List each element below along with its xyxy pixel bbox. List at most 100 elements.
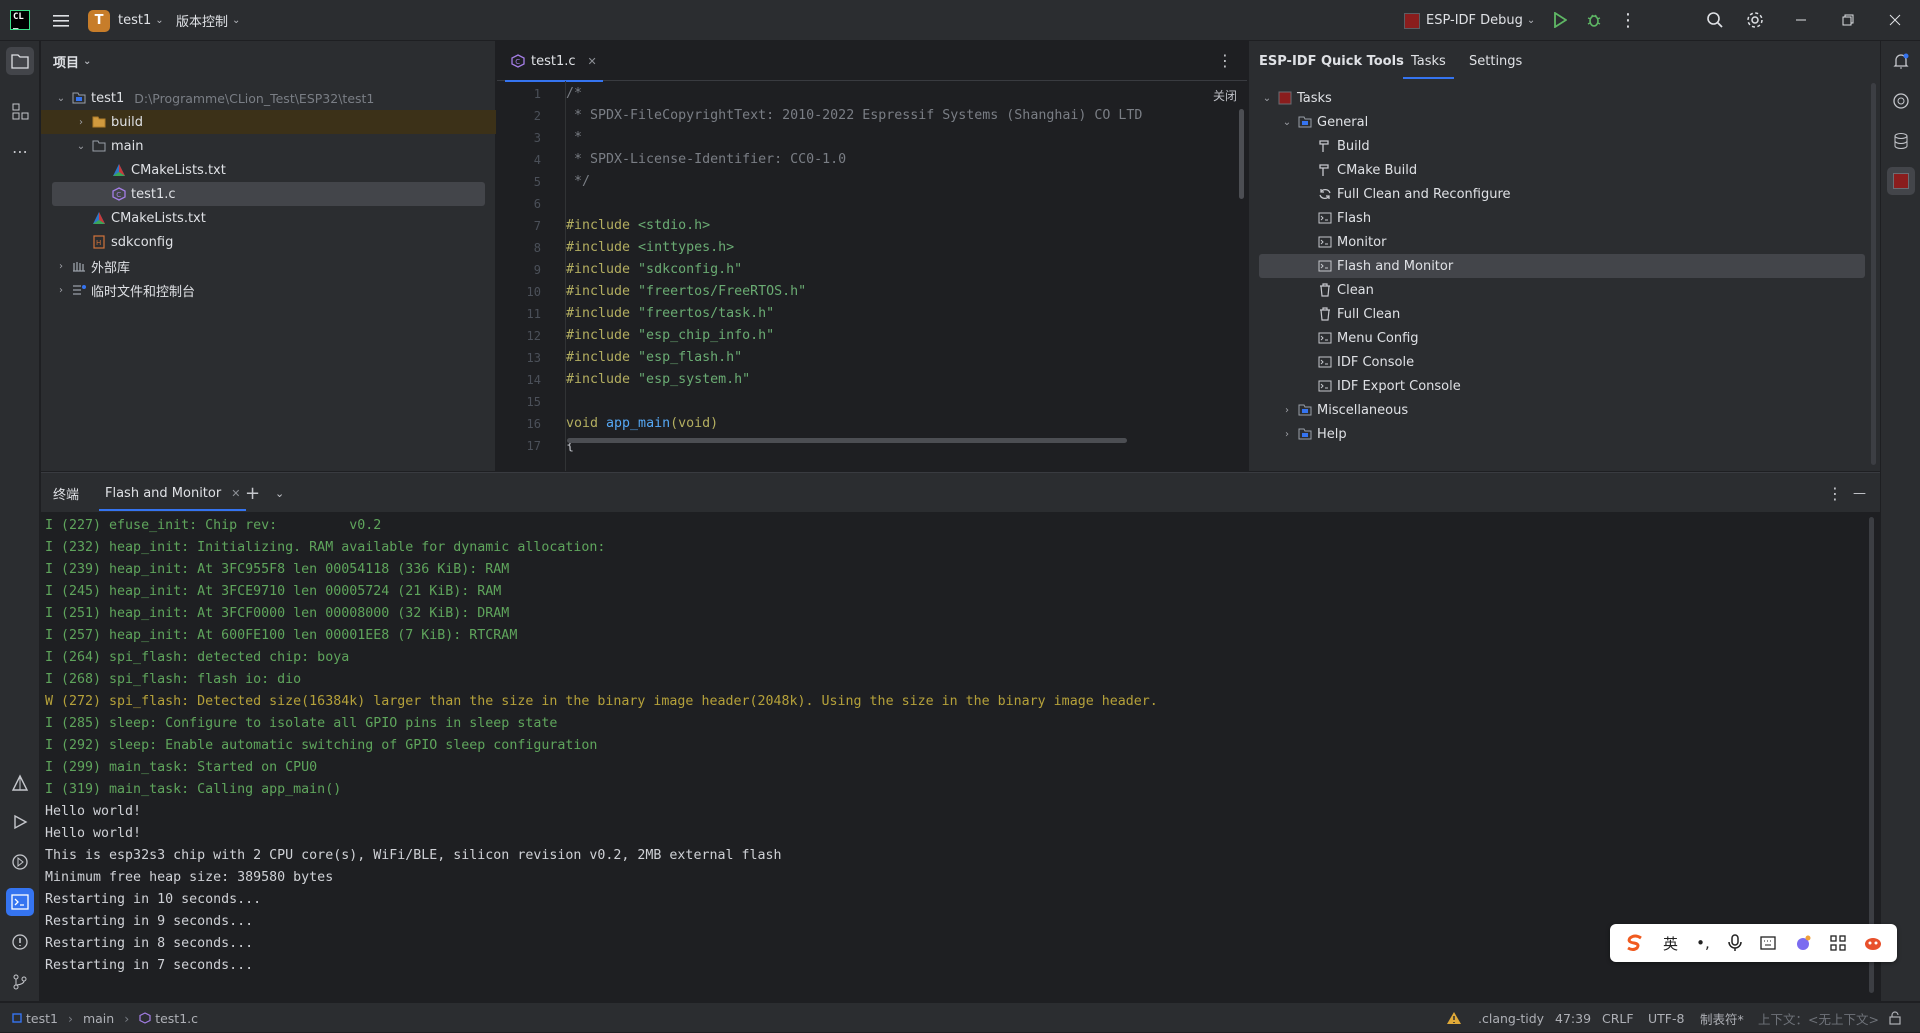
terminal-line: I (319) main_task: Calling app_main() [45,782,342,797]
task-clean[interactable]: Clean [1315,278,1374,302]
settings-button[interactable] [1740,5,1770,35]
warning-icon[interactable] [1446,1003,1462,1033]
esp-idf-tool-button[interactable] [1887,167,1915,195]
tree-item-main-cmakelists[interactable]: CMakeLists.txt [41,158,496,182]
line-separator[interactable]: CRLF [1602,1003,1634,1033]
expand-arrow-icon[interactable]: ⌄ [1279,117,1295,128]
more-actions-icon[interactable]: ⋮ [1613,5,1643,35]
terminal-tool-button[interactable] [6,888,34,916]
debug-button[interactable] [1579,5,1609,35]
editor-vertical-scrollbar[interactable] [1239,109,1244,199]
search-button[interactable] [1700,5,1730,35]
notifications-tool-button[interactable] [1887,47,1915,75]
punctuation-icon[interactable]: •, [1696,934,1710,952]
services-icon [12,854,28,870]
line-number: 12 [526,329,541,343]
expand-arrow-icon[interactable]: ⌄ [1259,93,1275,104]
terminal-title[interactable]: 终端 [53,473,79,513]
minimize-button[interactable] [1786,5,1816,35]
terminal-scrollbar[interactable] [1869,517,1874,993]
terminal-output[interactable]: I (227) efuse_init: Chip rev: v0.2 I (232… [41,513,1880,1002]
collapsed-arrow-icon[interactable]: › [1279,429,1295,440]
main-menu-button[interactable] [46,0,76,41]
terminal-more-icon[interactable]: ⋮ [1827,473,1843,513]
tab-settings[interactable]: Settings [1469,41,1522,81]
tree-item-build[interactable]: › build [41,110,496,134]
task-build[interactable]: Build [1315,134,1370,158]
tab-tasks[interactable]: Tasks [1403,41,1454,81]
tree-item-help[interactable]: › Help [1279,422,1347,446]
task-full-clean-reconfigure[interactable]: Full Clean and Reconfigure [1315,182,1511,206]
task-full-clean[interactable]: Full Clean [1315,302,1400,326]
clion-logo-icon[interactable]: CL _ [10,10,30,30]
breadcrumb-folder[interactable]: main [83,1011,114,1026]
tree-item-external-libs[interactable]: › 外部库 [41,254,496,278]
quick-tools-scrollbar[interactable] [1871,83,1876,465]
task-monitor[interactable]: Monitor [1315,230,1386,254]
tree-item-tasks[interactable]: ⌄ Tasks [1259,86,1332,110]
tab-flash-and-monitor[interactable]: Flash and Monitor ✕ [98,473,247,513]
task-cmake-build[interactable]: CMake Build [1315,158,1417,182]
close-window-button[interactable] [1880,5,1910,35]
run-tool-button[interactable] [6,808,34,836]
collapsed-arrow-icon[interactable]: › [53,261,69,272]
line-number: 1 [533,87,541,101]
restore-button[interactable] [1833,5,1863,35]
breadcrumb-file[interactable]: test1.c [155,1011,198,1026]
structure-tool-button[interactable] [6,97,34,125]
ime-language[interactable]: 英 [1663,933,1678,954]
editor-more-icon[interactable]: ⋮ [1217,51,1233,70]
more-tools-icon[interactable]: ⋯ [6,137,34,165]
tree-item-root-cmakelists[interactable]: CMakeLists.txt [41,206,496,230]
task-idf-console[interactable]: IDF Console [1315,350,1414,374]
run-button[interactable] [1545,5,1575,35]
line-number: 4 [533,153,541,167]
file-encoding[interactable]: UTF-8 [1648,1003,1684,1033]
clang-tidy-status[interactable]: .clang-tidy [1478,1003,1544,1033]
breadcrumb-project[interactable]: test1 [26,1011,58,1026]
tree-item-test1-c[interactable]: C test1.c [41,182,496,206]
chevron-down-icon: ⌄ [232,15,241,26]
tree-item-sdkconfig[interactable]: H sdkconfig [41,230,496,254]
editor-horizontal-scrollbar[interactable] [567,438,1127,443]
expand-arrow-icon[interactable]: ⌄ [53,93,69,104]
line-number: 14 [526,373,541,387]
vcs-menu[interactable]: 版本控制 ⌄ [176,0,240,41]
ai-assistant-tool-button[interactable] [1887,87,1915,115]
collapsed-arrow-icon[interactable]: › [1279,405,1295,416]
collapsed-arrow-icon[interactable]: › [73,117,89,128]
close-tab-icon[interactable]: ✕ [231,487,240,500]
new-tab-plus-icon[interactable]: + [245,473,260,513]
project-panel-header[interactable]: 项目 ⌄ [41,41,495,81]
task-menu-config[interactable]: Menu Config [1315,326,1419,350]
tab-label: Flash and Monitor [105,485,222,501]
context-selector[interactable]: 上下文：<无上下文> [1758,1003,1879,1033]
database-tool-button[interactable] [1887,127,1915,155]
close-tab-icon[interactable]: ✕ [588,55,597,68]
cmake-tool-button[interactable] [6,769,34,797]
tree-item-miscellaneous[interactable]: › Miscellaneous [1279,398,1408,422]
indent-setting[interactable]: 制表符* [1700,1003,1744,1033]
cursor-position[interactable]: 47:39 [1555,1003,1591,1033]
run-config-selector[interactable]: ESP-IDF Debug ⌄ [1404,0,1535,41]
collapsed-arrow-icon[interactable]: › [53,285,69,296]
tab-test1-c[interactable]: C test1.c ✕ [505,41,603,82]
tree-item-scratches[interactable]: › 临时文件和控制台 [41,278,496,302]
project-switcher[interactable]: T test1 ⌄ [88,0,164,41]
lock-icon[interactable] [1888,1003,1902,1033]
tree-item-root[interactable]: ⌄ test1 D:\Programme\CLion_Test\ESP32\te… [41,86,496,110]
tree-item-general[interactable]: ⌄ General [1279,110,1368,134]
chevron-down-icon[interactable]: ⌄ [275,473,284,513]
task-flash-and-monitor[interactable]: Flash and Monitor [1259,254,1865,278]
problems-tool-button[interactable] [6,928,34,956]
task-idf-export-console[interactable]: IDF Export Console [1315,374,1461,398]
task-label: IDF Console [1337,354,1415,370]
task-flash[interactable]: Flash [1315,206,1371,230]
services-tool-button[interactable] [6,848,34,876]
tree-item-main[interactable]: ⌄ main [41,134,496,158]
project-tool-button[interactable] [6,47,34,75]
expand-arrow-icon[interactable]: ⌄ [73,141,89,152]
hide-panel-icon[interactable]: — [1853,473,1866,513]
git-tool-button[interactable] [6,968,34,996]
code-area[interactable]: /* * SPDX-FileCopyrightText: 2010-2022 E… [565,81,1225,471]
